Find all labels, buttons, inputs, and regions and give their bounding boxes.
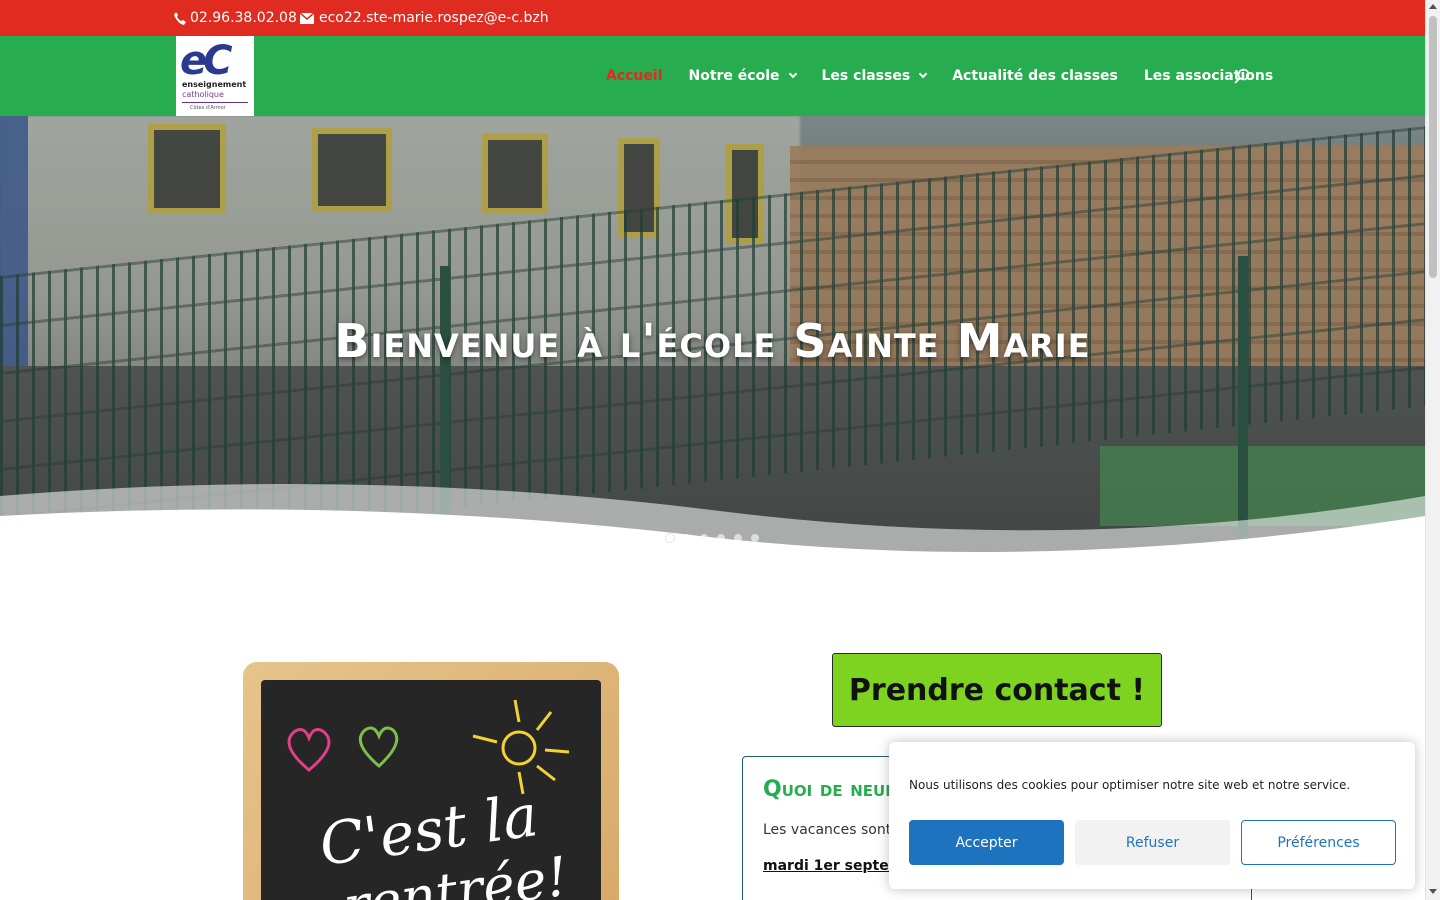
slider-pagination bbox=[666, 534, 759, 542]
scroll-down-arrow-icon[interactable] bbox=[1429, 889, 1437, 894]
nav-item-les-classes[interactable]: Les classes bbox=[821, 68, 928, 84]
slider-dot[interactable] bbox=[666, 534, 674, 542]
nav-item-label: Les associations bbox=[1143, 68, 1274, 84]
email-contact[interactable]: eco22.ste-marie.rospez@e-c.bzh bbox=[300, 10, 549, 26]
hero-wave-divider bbox=[0, 484, 1425, 556]
logo-line1: enseignement bbox=[182, 80, 247, 89]
cookie-message: Nous utilisons des cookies pour optimise… bbox=[909, 778, 1351, 792]
nav-item-label: Actualité des classes bbox=[952, 68, 1118, 84]
phone-icon bbox=[174, 11, 186, 25]
slider-dot[interactable] bbox=[734, 534, 742, 542]
logo-line2: catholique bbox=[182, 90, 224, 99]
cookie-preferences-button[interactable]: Préférences bbox=[1241, 820, 1396, 865]
hero-title: Bienvenue à l'école Sainte Marie bbox=[334, 314, 1091, 368]
slider-dot[interactable] bbox=[751, 534, 759, 542]
nav-item-accueil[interactable]: Accueil bbox=[606, 68, 663, 84]
site-header: eC enseignement catholique Côtes d'Armor… bbox=[0, 36, 1425, 116]
hero-slider: Bienvenue à l'école Sainte Marie bbox=[0, 116, 1425, 556]
hearts-icon bbox=[287, 726, 399, 772]
mail-icon bbox=[300, 12, 314, 24]
chevron-down-icon bbox=[788, 69, 797, 79]
slider-dot[interactable] bbox=[717, 534, 725, 542]
logo-line3: Côtes d'Armor bbox=[190, 105, 226, 111]
contact-button[interactable]: Prendre contact ! bbox=[832, 653, 1162, 727]
nav-item-label: Notre école bbox=[688, 68, 780, 84]
slider-dot[interactable] bbox=[683, 534, 691, 542]
nav-item-actualite[interactable]: Actualité des classes bbox=[952, 68, 1118, 84]
cookie-deny-button[interactable]: Refuser bbox=[1075, 820, 1230, 865]
main-nav: Accueil Notre école Les classes Actualit… bbox=[606, 68, 1299, 84]
chalkboard-surface: C'est la rentrée! bbox=[261, 680, 601, 900]
site-logo[interactable]: eC enseignement catholique Côtes d'Armor bbox=[176, 36, 254, 116]
scrollbar-thumb[interactable] bbox=[1429, 16, 1437, 278]
scroll-up-arrow-icon[interactable] bbox=[1429, 4, 1437, 9]
phone-number[interactable]: 02.96.38.02.08 bbox=[190, 10, 297, 26]
chevron-down-icon bbox=[918, 69, 928, 79]
slider-dot[interactable] bbox=[700, 534, 708, 542]
email-address[interactable]: eco22.ste-marie.rospez@e-c.bzh bbox=[319, 10, 549, 26]
rentree-chalkboard-image: C'est la rentrée! bbox=[243, 662, 619, 900]
top-bar: 02.96.38.02.08 eco22.ste-marie.rospez@e-… bbox=[0, 0, 1425, 36]
logo-divider bbox=[182, 102, 248, 103]
page-scrollbar[interactable] bbox=[1425, 0, 1440, 900]
phone-contact[interactable]: 02.96.38.02.08 bbox=[174, 10, 297, 26]
logo-mark: eC bbox=[180, 38, 233, 84]
nav-item-label: Les classes bbox=[821, 68, 911, 84]
cookie-banner: Nous utilisons des cookies pour optimise… bbox=[889, 742, 1415, 889]
cookie-accept-button[interactable]: Accepter bbox=[909, 820, 1064, 865]
search-icon[interactable] bbox=[1234, 68, 1250, 84]
cookie-actions: Accepter Refuser Préférences bbox=[909, 820, 1396, 865]
nav-item-associations[interactable]: Les associations bbox=[1144, 68, 1273, 84]
nav-item-label: Accueil bbox=[606, 68, 663, 84]
nav-item-notre-ecole[interactable]: Notre école bbox=[688, 68, 797, 84]
